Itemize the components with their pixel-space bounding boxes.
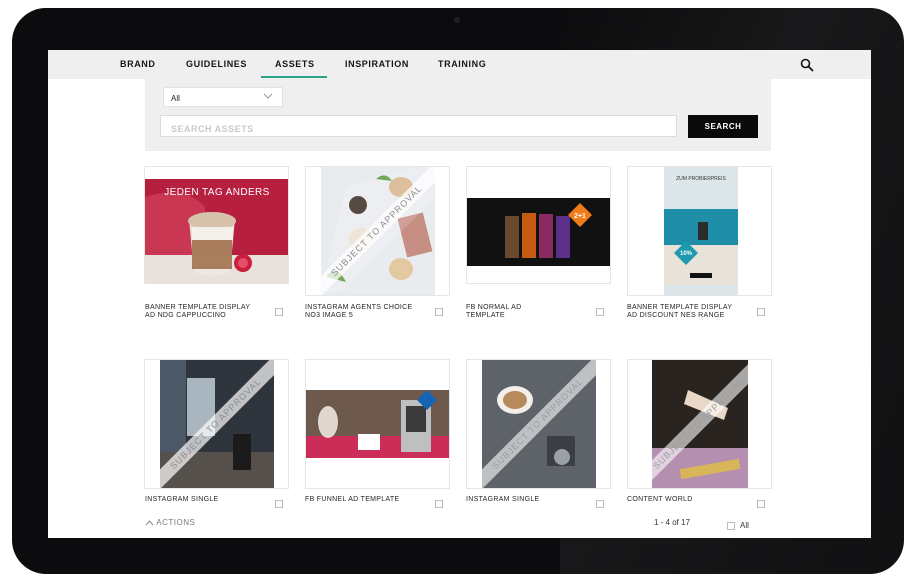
tablet-screen: BRAND GUIDELINES ASSETS INSPIRATION TRAI…: [48, 50, 871, 538]
front-camera: [454, 17, 460, 23]
select-all-checkbox[interactable]: [727, 522, 735, 530]
asset-card-8[interactable]: SUBJECT TO APPROVAL: [627, 359, 772, 489]
chevron-up-icon: [145, 520, 154, 526]
category-select-value: All: [171, 94, 180, 103]
nav-inspiration[interactable]: INSPIRATION: [345, 59, 409, 69]
asset-title-3[interactable]: FB NORMAL AD TEMPLATE: [466, 304, 536, 320]
asset-thumbnail-product-boxes: 2+1: [467, 198, 610, 266]
search-button[interactable]: SEARCH: [688, 115, 758, 138]
asset-card-6[interactable]: [305, 359, 450, 489]
asset-card-7[interactable]: SUBJECT TO APPROVAL: [466, 359, 611, 489]
asset-thumbnail-discount-banner: ZUM PROBIERPREIS 10%: [664, 167, 738, 295]
actions-toggle[interactable]: ACTIONS: [145, 518, 195, 527]
asset-card-5[interactable]: SUBJECT TO APPROVAL: [144, 359, 289, 489]
nav-assets[interactable]: ASSETS: [275, 59, 315, 69]
asset-checkbox-4[interactable]: [757, 308, 765, 316]
asset-thumbnail-latte-art: SUBJECT TO APPROVAL: [467, 360, 610, 488]
search-assets-input[interactable]: [160, 115, 677, 137]
asset-checkbox-2[interactable]: [435, 308, 443, 316]
thumbnail-headline: JEDEN TAG ANDERS: [164, 187, 270, 198]
category-select[interactable]: All: [163, 87, 283, 107]
asset-thumbnail-funnel-ad: [306, 390, 449, 458]
asset-thumbnail-interior: SUBJECT TO APPROVAL: [145, 360, 288, 488]
asset-title-4[interactable]: BANNER TEMPLATE DISPLAY AD DISCOUNT NES …: [627, 304, 737, 320]
discount-badge: 10%: [680, 251, 693, 257]
asset-checkbox-3[interactable]: [596, 308, 604, 316]
asset-title-5[interactable]: INSTAGRAM SINGLE: [145, 496, 255, 504]
asset-checkbox-8[interactable]: [757, 500, 765, 508]
top-navigation: BRAND GUIDELINES ASSETS INSPIRATION TRAI…: [48, 50, 871, 79]
asset-checkbox-6[interactable]: [435, 500, 443, 508]
asset-thumbnail-content-world: SUBJECT TO APPROVAL: [628, 360, 771, 488]
active-tab-indicator: [261, 76, 327, 78]
pagination-status: 1 - 4 of 17: [654, 518, 691, 527]
asset-title-2[interactable]: INSTAGRAM AGENTS CHOICE NO3 IMAGE 5: [305, 304, 415, 320]
select-all-label: All: [740, 521, 749, 530]
asset-thumbnail-cappuccino: JEDEN TAG ANDERS: [145, 179, 288, 283]
asset-thumbnail-instagram-coffee: SUBJECT TO APPROVAL: [306, 167, 449, 295]
asset-title-8[interactable]: CONTENT WORLD: [627, 496, 737, 504]
asset-checkbox-1[interactable]: [275, 308, 283, 316]
nav-guidelines[interactable]: GUIDELINES: [186, 59, 247, 69]
asset-checkbox-5[interactable]: [275, 500, 283, 508]
promo-badge: 2+1: [574, 213, 586, 220]
search-icon[interactable]: [800, 58, 814, 72]
asset-checkbox-7[interactable]: [596, 500, 604, 508]
asset-title-7[interactable]: INSTAGRAM SINGLE: [466, 496, 576, 504]
asset-card-1[interactable]: JEDEN TAG ANDERS: [144, 166, 289, 284]
asset-card-3[interactable]: 2+1: [466, 166, 611, 284]
asset-title-1[interactable]: BANNER TEMPLATE DISPLAY AD NDG CAPPUCCIN…: [145, 304, 255, 320]
nav-brand[interactable]: BRAND: [120, 59, 156, 69]
nav-training[interactable]: TRAINING: [438, 59, 486, 69]
asset-card-4[interactable]: ZUM PROBIERPREIS 10%: [627, 166, 772, 296]
asset-title-6[interactable]: FB FUNNEL AD TEMPLATE: [305, 496, 425, 504]
banner-headline: ZUM PROBIERPREIS: [676, 176, 726, 182]
actions-label: ACTIONS: [156, 518, 196, 527]
chevron-down-icon: [263, 93, 273, 99]
asset-card-2[interactable]: SUBJECT TO APPROVAL: [305, 166, 450, 296]
